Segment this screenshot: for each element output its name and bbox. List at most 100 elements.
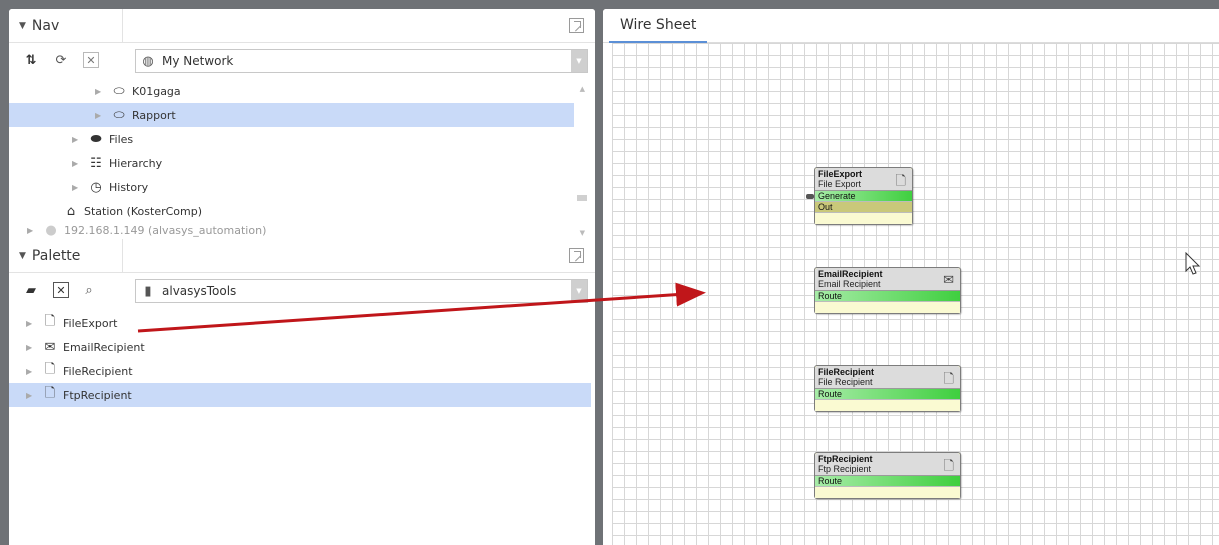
nav-panel: ▼ Nav ⇅ ⟳ ✕ ◍ My Network ▼ ▶ ⬭ K01gaga ▶… — [9, 9, 595, 239]
expand-arrow-icon[interactable]: ▶ — [72, 159, 82, 168]
collapse-caret-icon[interactable]: ▼ — [19, 251, 26, 261]
palette-item-label: FileRecipient — [63, 364, 133, 378]
expand-arrow-icon[interactable]: ▶ — [26, 367, 36, 376]
palette-title: Palette — [31, 248, 81, 264]
wiresheet-header: Wire Sheet — [603, 9, 1219, 43]
block-header[interactable]: FtpRecipient Ftp Recipient 🗋 — [815, 453, 960, 476]
maximize-icon[interactable] — [569, 18, 584, 33]
palette-tab[interactable]: ▼ Palette — [9, 239, 123, 273]
ftp-icon: 🗋 — [943, 458, 954, 473]
refresh-icon[interactable]: ⟳ — [49, 49, 73, 71]
expand-arrow-icon[interactable]: ▶ — [72, 183, 82, 192]
tree-item-history[interactable]: ▶ ◷ History — [72, 175, 148, 199]
tree-item-k01gaga[interactable]: ▶ ⬭ K01gaga — [95, 79, 181, 103]
tree-item-label: History — [109, 180, 149, 194]
wiresheet-panel: Wire Sheet FileExport File Export 🗋 Gene… — [603, 9, 1219, 545]
file-icon: 🗋 — [44, 362, 56, 377]
palette-item-label: FtpRecipient — [63, 388, 132, 402]
block-emailrecipient[interactable]: EmailRecipient Email Recipient ✉ Route — [814, 267, 961, 314]
tree-item-label: 192.168.1.149 (alvasys_automation) — [64, 223, 267, 237]
block-type: File Recipient — [818, 377, 873, 387]
network-select-value: My Network — [162, 54, 234, 68]
slot-empty — [815, 487, 960, 498]
tab-wiresheet[interactable]: Wire Sheet — [609, 9, 708, 43]
block-header[interactable]: FileRecipient File Recipient 🗋 — [815, 366, 960, 389]
scroll-up-arrow-icon[interactable]: ▲ — [580, 85, 585, 93]
file-export-icon: 🗋 — [44, 314, 56, 329]
ftp-icon: 🗋 — [44, 386, 56, 401]
palette-toolbar: ▰ ✕ ⌕ ▮ alvasysTools ▼ — [9, 273, 595, 307]
tree-item-rapport[interactable]: ▶ ⬭ Rapport — [9, 103, 574, 127]
slot-out[interactable]: Out — [815, 202, 912, 213]
chevron-down-icon[interactable]: ▼ — [571, 280, 587, 302]
expand-arrow-icon[interactable]: ▶ — [72, 135, 82, 144]
palette-panel: ▼ Palette ▰ ✕ ⌕ ▮ alvasysTools ▼ ▶ 🗋 Fil… — [9, 239, 595, 545]
nav-toolbar: ⇅ ⟳ ✕ ◍ My Network ▼ — [9, 43, 595, 77]
tree-item-label: Hierarchy — [109, 156, 163, 170]
block-type: Email Recipient — [818, 279, 881, 289]
block-fileexport[interactable]: FileExport File Export 🗋 Generate Out — [806, 167, 913, 225]
chevron-down-icon[interactable]: ▼ — [571, 50, 587, 72]
slot-route[interactable]: Route — [815, 389, 960, 400]
folder-icon: ⬭ — [113, 83, 125, 99]
tree-item-label: Files — [109, 132, 134, 146]
nav-title: Nav — [31, 18, 60, 34]
palette-item-filerecipient[interactable]: ▶ 🗋 FileRecipient — [26, 359, 133, 383]
file-export-icon: 🗋 — [895, 173, 906, 188]
file-icon: 🗋 — [943, 371, 954, 386]
history-icon: ◷ — [90, 179, 102, 195]
open-folder-icon[interactable]: ▰ — [19, 279, 43, 301]
block-filerecipient[interactable]: FileRecipient File Recipient 🗋 Route — [814, 365, 961, 412]
slot-route[interactable]: Route — [815, 291, 960, 302]
expand-arrow-icon[interactable]: ▶ — [26, 319, 36, 328]
palette-header: ▼ Palette — [9, 239, 595, 273]
slot-empty — [815, 400, 960, 411]
expand-arrow-icon[interactable]: ▶ — [95, 111, 105, 120]
palette-item-label: FileExport — [63, 316, 118, 330]
palette-item-ftprecipient[interactable]: ▶ 🗋 FtpRecipient — [9, 383, 591, 407]
collapse-caret-icon[interactable]: ▼ — [19, 21, 26, 31]
nav-tree: ▶ ⬭ K01gaga ▶ ⬭ Rapport ▶ ⬬ Files ▶ ☷ Hi… — [9, 77, 595, 239]
jar-icon: ▮ — [144, 283, 152, 299]
tree-item-station[interactable]: ⌂ Station (KosterComp) — [63, 199, 202, 223]
close-icon[interactable]: ✕ — [53, 282, 69, 298]
block-name: FtpRecipient — [818, 454, 873, 464]
expand-arrow-icon[interactable]: ▶ — [95, 87, 105, 96]
expand-arrow-icon[interactable]: ▶ — [26, 391, 36, 400]
nav-tab[interactable]: ▼ Nav — [9, 9, 123, 43]
tree-item-label: Rapport — [132, 108, 176, 122]
email-icon: ✉ — [943, 272, 954, 287]
search-icon[interactable]: ⌕ — [77, 279, 101, 301]
block-header[interactable]: EmailRecipient Email Recipient ✉ — [815, 268, 960, 291]
module-select-value: alvasysTools — [162, 284, 237, 298]
palette-item-emailrecipient[interactable]: ▶ ✉ EmailRecipient — [26, 335, 145, 359]
block-ftprecipient[interactable]: FtpRecipient Ftp Recipient 🗋 Route — [814, 452, 961, 499]
station-icon: ⌂ — [66, 203, 76, 219]
email-icon: ✉ — [44, 339, 56, 355]
globe-icon: ◍ — [142, 53, 154, 69]
palette-item-fileexport[interactable]: ▶ 🗋 FileExport — [26, 311, 117, 335]
expand-arrow-icon[interactable]: ▶ — [27, 226, 37, 235]
mouse-cursor-icon — [1185, 252, 1201, 275]
slot-empty — [815, 213, 912, 224]
expand-arrow-icon[interactable]: ▶ — [26, 343, 36, 352]
input-port[interactable] — [806, 194, 814, 199]
block-name: EmailRecipient — [818, 269, 883, 279]
network-select[interactable]: ◍ My Network ▼ — [135, 49, 588, 73]
tree-item-host[interactable]: ▶ ● 192.168.1.149 (alvasys_automation) — [27, 223, 266, 237]
maximize-icon[interactable] — [569, 248, 584, 263]
tree-item-label: K01gaga — [132, 84, 181, 98]
slot-empty — [815, 302, 960, 313]
block-name: FileRecipient — [818, 367, 875, 377]
slot-route[interactable]: Route — [815, 476, 960, 487]
tree-item-hierarchy[interactable]: ▶ ☷ Hierarchy — [72, 151, 162, 175]
tree-item-label: Station (KosterComp) — [84, 204, 203, 218]
scroll-down-arrow-icon[interactable]: ▼ — [580, 229, 585, 237]
sort-icon[interactable]: ⇅ — [19, 49, 43, 71]
block-header[interactable]: FileExport File Export 🗋 — [815, 168, 912, 191]
palette-item-label: EmailRecipient — [63, 340, 145, 354]
nav-scrollbar-thumb[interactable] — [577, 195, 587, 201]
close-icon[interactable]: ✕ — [83, 52, 99, 68]
tree-item-files[interactable]: ▶ ⬬ Files — [72, 127, 133, 151]
module-select[interactable]: ▮ alvasysTools ▼ — [135, 279, 588, 303]
